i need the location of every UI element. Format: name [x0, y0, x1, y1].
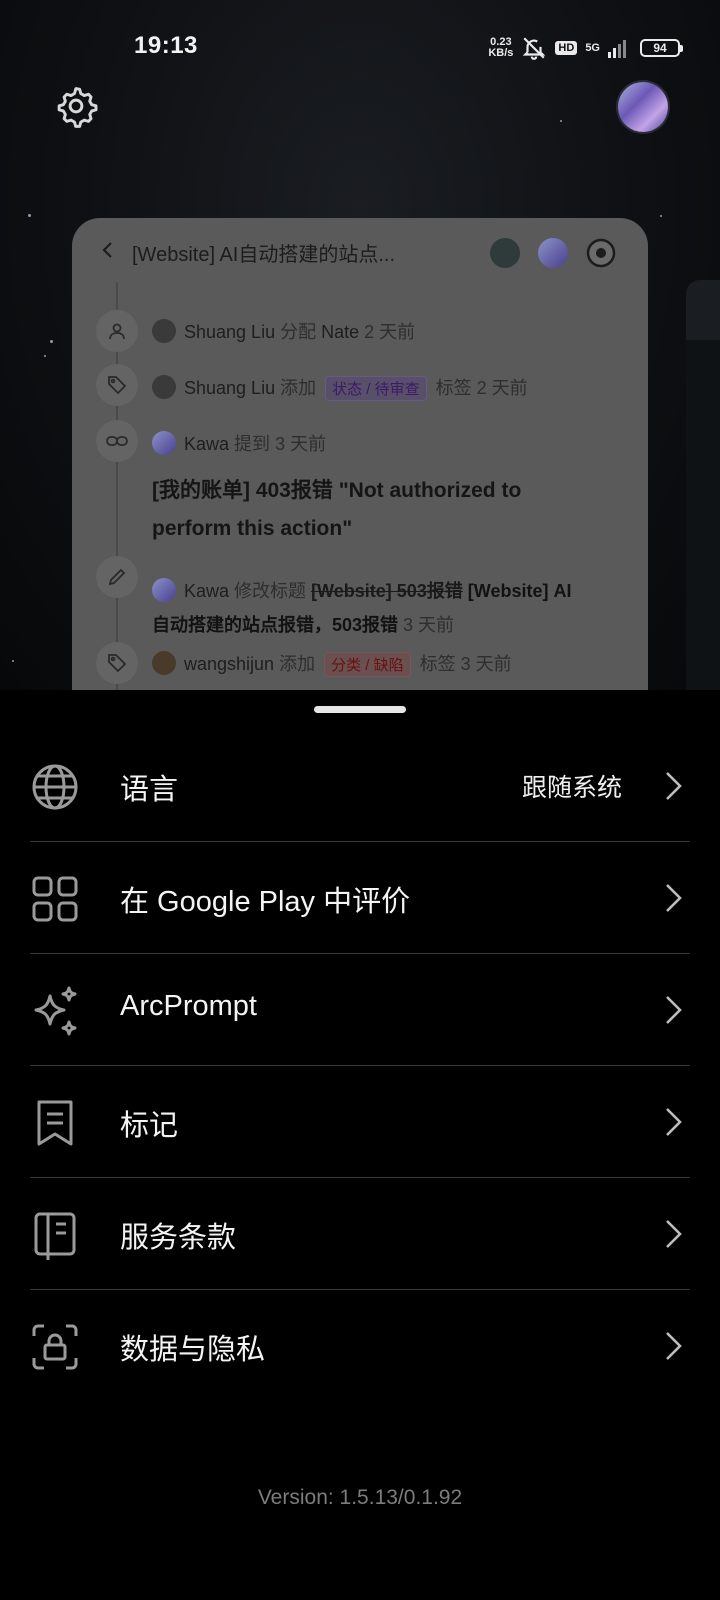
menu-item-terms-of-service[interactable]: 服务条款 [30, 1178, 690, 1290]
avatar [152, 578, 176, 603]
settings-sheet: 语言 跟随系统 在 Google Play 中评价 ArcPrompt 标记 服… [0, 690, 720, 1600]
person-icon [96, 310, 138, 352]
avatar [152, 375, 176, 400]
star-dot [660, 215, 662, 217]
book-icon [34, 1212, 76, 1260]
star-dot [560, 120, 562, 122]
app-switcher-background: 19:13 0.23 KB/s HD 5G 94 [Website] AI自动搭… [0, 0, 720, 690]
avatar [152, 431, 176, 456]
sheet-drag-handle[interactable] [314, 706, 406, 713]
star-dot [28, 214, 31, 217]
menu-item-language[interactable]: 语言 跟随系统 [30, 730, 690, 842]
chevron-right-icon [666, 1332, 682, 1360]
avatar [152, 651, 176, 676]
pencil-icon [96, 556, 138, 598]
status-badge: 分类 / 缺陷 [324, 652, 411, 677]
sparkle-icon [34, 986, 77, 1036]
mute-bell-icon [523, 37, 546, 60]
chevron-right-icon [666, 884, 682, 912]
title-edit-activity: Kawa 修改标题 [Website] 503报错 [Website] AI 自… [152, 574, 632, 642]
tag-icon [96, 364, 138, 406]
link-icon [96, 420, 138, 462]
battery-indicator: 94 [640, 39, 683, 57]
menu-item-rate-google-play[interactable]: 在 Google Play 中评价 [30, 842, 690, 954]
globe-icon [32, 764, 78, 810]
star-dot [50, 340, 53, 343]
avatar [152, 319, 176, 344]
linked-issue-title: [我的账单] 403报错 "Not authorized to perform … [152, 479, 522, 540]
tag-icon [96, 642, 138, 684]
activity-row: Shuang Liu 添加 状态 / 待审查 标签 2 天前 [152, 374, 528, 401]
menu-item-arcprompt[interactable]: ArcPrompt [30, 954, 690, 1066]
chevron-right-icon [666, 772, 682, 800]
next-app-preview-card[interactable] [686, 280, 720, 690]
version-label: Version: 1.5.13/0.1.92 [257, 1486, 463, 1509]
menu-item-bookmarks[interactable]: 标记 [30, 1066, 690, 1178]
avatar [538, 238, 568, 268]
activity-row: wangshijun 添加 分类 / 缺陷 标签 3 天前 [152, 650, 512, 677]
hd-badge: HD [555, 41, 578, 55]
record-icon [586, 238, 616, 268]
chevron-right-icon [666, 996, 682, 1024]
back-arrow-icon [102, 242, 112, 258]
status-icons: 0.23 KB/s HD 5G 94 [488, 34, 683, 62]
grid-icon [32, 876, 78, 922]
preview-title: [Website] AI自动搭建的站点... [132, 244, 396, 266]
lock-icon [32, 1324, 78, 1370]
recent-app-preview-card[interactable]: [Website] AI自动搭建的站点... Shuang Liu 分配 Nat… [72, 218, 648, 690]
menu-item-data-privacy[interactable]: 数据与隐私 [30, 1290, 690, 1402]
star-dot [44, 355, 46, 357]
activity-row: Shuang Liu 分配 Nate 2 天前 [152, 318, 415, 345]
language-value: 跟随系统 [521, 774, 622, 802]
app-logo-icon [490, 238, 520, 268]
star-dot [12, 660, 14, 662]
bookmark-icon [37, 1100, 73, 1146]
clock: 19:13 [134, 32, 198, 59]
chevron-right-icon [666, 1220, 682, 1248]
network-speed: 0.23 KB/s [488, 36, 514, 59]
network-type: 5G [585, 41, 600, 54]
gear-icon[interactable] [54, 84, 98, 128]
preview-header: [Website] AI自动搭建的站点... [72, 218, 648, 282]
status-bar: 19:13 0.23 KB/s HD 5G 94 [0, 0, 720, 90]
signal-icon [608, 40, 626, 58]
status-badge: 状态 / 待审查 [325, 376, 427, 401]
activity-row: Kawa 提到 3 天前 [152, 430, 326, 457]
chevron-right-icon [666, 1108, 682, 1136]
user-avatar[interactable] [618, 82, 668, 132]
